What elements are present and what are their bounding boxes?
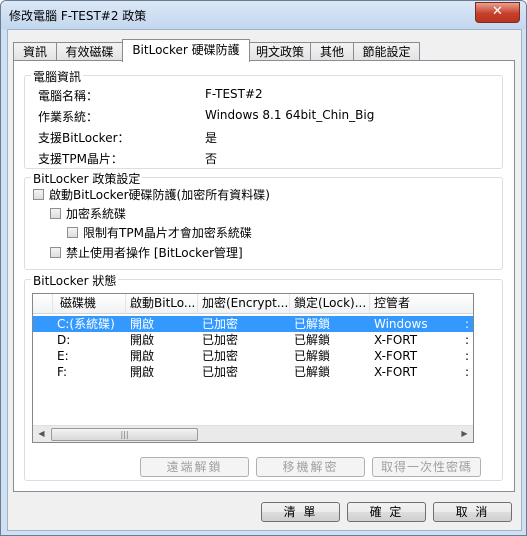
enable-bitlocker-box[interactable] bbox=[33, 189, 44, 200]
computer-name-value: F-TEST#2 bbox=[205, 87, 263, 101]
enabled-cell: 開啟 bbox=[130, 333, 155, 347]
dialog-window: 修改電腦 F-TEST#2 政策 ✕ 資訊 有效磁碟 BitLocker 硬碟防… bbox=[0, 0, 527, 536]
computer-info-title: 電腦資訊 bbox=[31, 68, 84, 85]
owner-cell: X-FORT bbox=[374, 333, 418, 347]
drive-list-header: 磁碟機 啟動BitLo... 加密(Encrypt... 鎖定(Lock)...… bbox=[33, 294, 473, 314]
drive-cell: E: bbox=[57, 349, 69, 363]
scroll-thumb[interactable]: ||| bbox=[51, 428, 198, 441]
overflow-cell: : bbox=[465, 365, 470, 379]
tab-bitlocker[interactable]: BitLocker 硬碟防護 bbox=[122, 39, 250, 62]
bitlocker-support-value: 是 bbox=[205, 131, 218, 145]
tab-power-settings[interactable]: 節能設定 bbox=[353, 42, 420, 61]
one-time-password-button[interactable]: 取得一次性密碼 bbox=[372, 457, 481, 477]
bitlocker-tab-panel: 電腦資訊 電腦名稱： F-TEST#2 作業系統： Windows 8.1 64… bbox=[13, 60, 515, 492]
horizontal-scrollbar[interactable]: ◀ ||| ▶ bbox=[33, 425, 473, 442]
remove-decrypt-button[interactable]: 移機解密 bbox=[256, 457, 365, 477]
drive-row-f[interactable]: F: 開啟 已加密 已解鎖 X-FORT : bbox=[33, 364, 473, 380]
lock-cell: 已解鎖 bbox=[294, 317, 331, 331]
tpm-only-checkbox[interactable]: 限制有TPM晶片才會加密系統碟 bbox=[67, 224, 252, 241]
close-button[interactable]: ✕ bbox=[475, 2, 520, 23]
drive-cell: C:(系統碟) bbox=[57, 317, 115, 331]
enabled-cell: 開啟 bbox=[130, 317, 155, 331]
tab-other[interactable]: 其他 bbox=[310, 42, 354, 61]
column-encrypt[interactable]: 加密(Encrypt... bbox=[198, 294, 290, 313]
enabled-cell: 開啟 bbox=[130, 365, 155, 379]
column-owner[interactable]: 控管者 bbox=[370, 294, 473, 313]
drive-cell: F: bbox=[57, 365, 68, 379]
computer-info-group: 電腦資訊 電腦名稱： F-TEST#2 作業系統： Windows 8.1 64… bbox=[24, 68, 503, 169]
encrypt-system-label: 加密系統碟 bbox=[66, 207, 127, 221]
tab-plaintext-policy[interactable]: 明文政策 bbox=[249, 42, 311, 61]
drive-cell: D: bbox=[57, 333, 71, 347]
os-value: Windows 8.1 64bit_Chin_Big bbox=[205, 108, 375, 122]
column-drive[interactable]: 磁碟機 bbox=[53, 294, 126, 313]
tpm-support-value: 否 bbox=[205, 152, 218, 166]
scroll-left-arrow-icon[interactable]: ◀ bbox=[33, 426, 50, 442]
enable-bitlocker-label: 啟動BitLocker硬碟防護(加密所有資料碟) bbox=[49, 188, 270, 202]
drive-row-e[interactable]: E: 開啟 已加密 已解鎖 X-FORT : bbox=[33, 348, 473, 364]
header-spacer bbox=[33, 294, 53, 313]
column-enabled[interactable]: 啟動BitLo... bbox=[126, 294, 198, 313]
tab-info[interactable]: 資訊 bbox=[13, 42, 57, 61]
tpm-support-label: 支援TPM晶片： bbox=[38, 152, 123, 166]
tpm-only-box[interactable] bbox=[67, 227, 78, 238]
tpm-only-label: 限制有TPM晶片才會加密系統碟 bbox=[83, 226, 252, 240]
tab-valid-disks[interactable]: 有效磁碟 bbox=[56, 42, 123, 61]
forbid-user-checkbox[interactable]: 禁止使用者操作 [BitLocker管理] bbox=[50, 244, 243, 261]
status-group-title: BitLocker 狀態 bbox=[31, 272, 119, 289]
drive-list[interactable]: 磁碟機 啟動BitLo... 加密(Encrypt... 鎖定(Lock)...… bbox=[32, 293, 474, 443]
title-bar[interactable]: 修改電腦 F-TEST#2 政策 ✕ bbox=[1, 1, 526, 29]
clear-button[interactable]: 清 單 bbox=[261, 502, 340, 522]
encrypt-system-box[interactable] bbox=[50, 208, 61, 219]
overflow-cell: : bbox=[465, 317, 470, 331]
enabled-cell: 開啟 bbox=[130, 349, 155, 363]
column-lock[interactable]: 鎖定(Lock)... bbox=[290, 294, 370, 313]
os-label: 作業系統： bbox=[38, 110, 99, 124]
dialog-client: 資訊 有效磁碟 BitLocker 硬碟防護 明文政策 其他 節能設定 電腦資訊… bbox=[7, 29, 522, 531]
scroll-right-arrow-icon[interactable]: ▶ bbox=[456, 426, 473, 442]
overflow-cell: : bbox=[465, 349, 470, 363]
owner-cell: X-FORT bbox=[374, 365, 418, 379]
encrypt-system-checkbox[interactable]: 加密系統碟 bbox=[50, 205, 126, 222]
overflow-cell: : bbox=[465, 333, 470, 347]
lock-cell: 已解鎖 bbox=[294, 349, 331, 363]
enable-bitlocker-checkbox[interactable]: 啟動BitLocker硬碟防護(加密所有資料碟) bbox=[33, 186, 270, 203]
encrypt-cell: 已加密 bbox=[202, 349, 239, 363]
lock-cell: 已解鎖 bbox=[294, 333, 331, 347]
policy-group: BitLocker 政策設定 啟動BitLocker硬碟防護(加密所有資料碟) … bbox=[24, 170, 503, 270]
remote-unlock-button[interactable]: 遠端解鎖 bbox=[140, 457, 249, 477]
lock-cell: 已解鎖 bbox=[294, 365, 331, 379]
forbid-user-box[interactable] bbox=[50, 247, 61, 258]
owner-cell: Windows bbox=[374, 317, 428, 331]
window-title: 修改電腦 F-TEST#2 政策 bbox=[9, 9, 147, 23]
encrypt-cell: 已加密 bbox=[202, 333, 239, 347]
drive-row-d[interactable]: D: 開啟 已加密 已解鎖 X-FORT : bbox=[33, 332, 473, 348]
policy-group-title: BitLocker 政策設定 bbox=[31, 170, 143, 187]
ok-button[interactable]: 確 定 bbox=[347, 502, 426, 522]
bitlocker-support-label: 支援BitLocker： bbox=[38, 131, 130, 145]
cancel-button[interactable]: 取 消 bbox=[433, 502, 512, 522]
encrypt-cell: 已加密 bbox=[202, 365, 239, 379]
owner-cell: X-FORT bbox=[374, 349, 418, 363]
forbid-user-label: 禁止使用者操作 [BitLocker管理] bbox=[66, 246, 243, 260]
computer-name-label: 電腦名稱： bbox=[38, 89, 99, 103]
drive-row-c[interactable]: C:(系統碟) 開啟 已加密 已解鎖 Windows : bbox=[33, 316, 473, 332]
encrypt-cell: 已加密 bbox=[202, 317, 239, 331]
